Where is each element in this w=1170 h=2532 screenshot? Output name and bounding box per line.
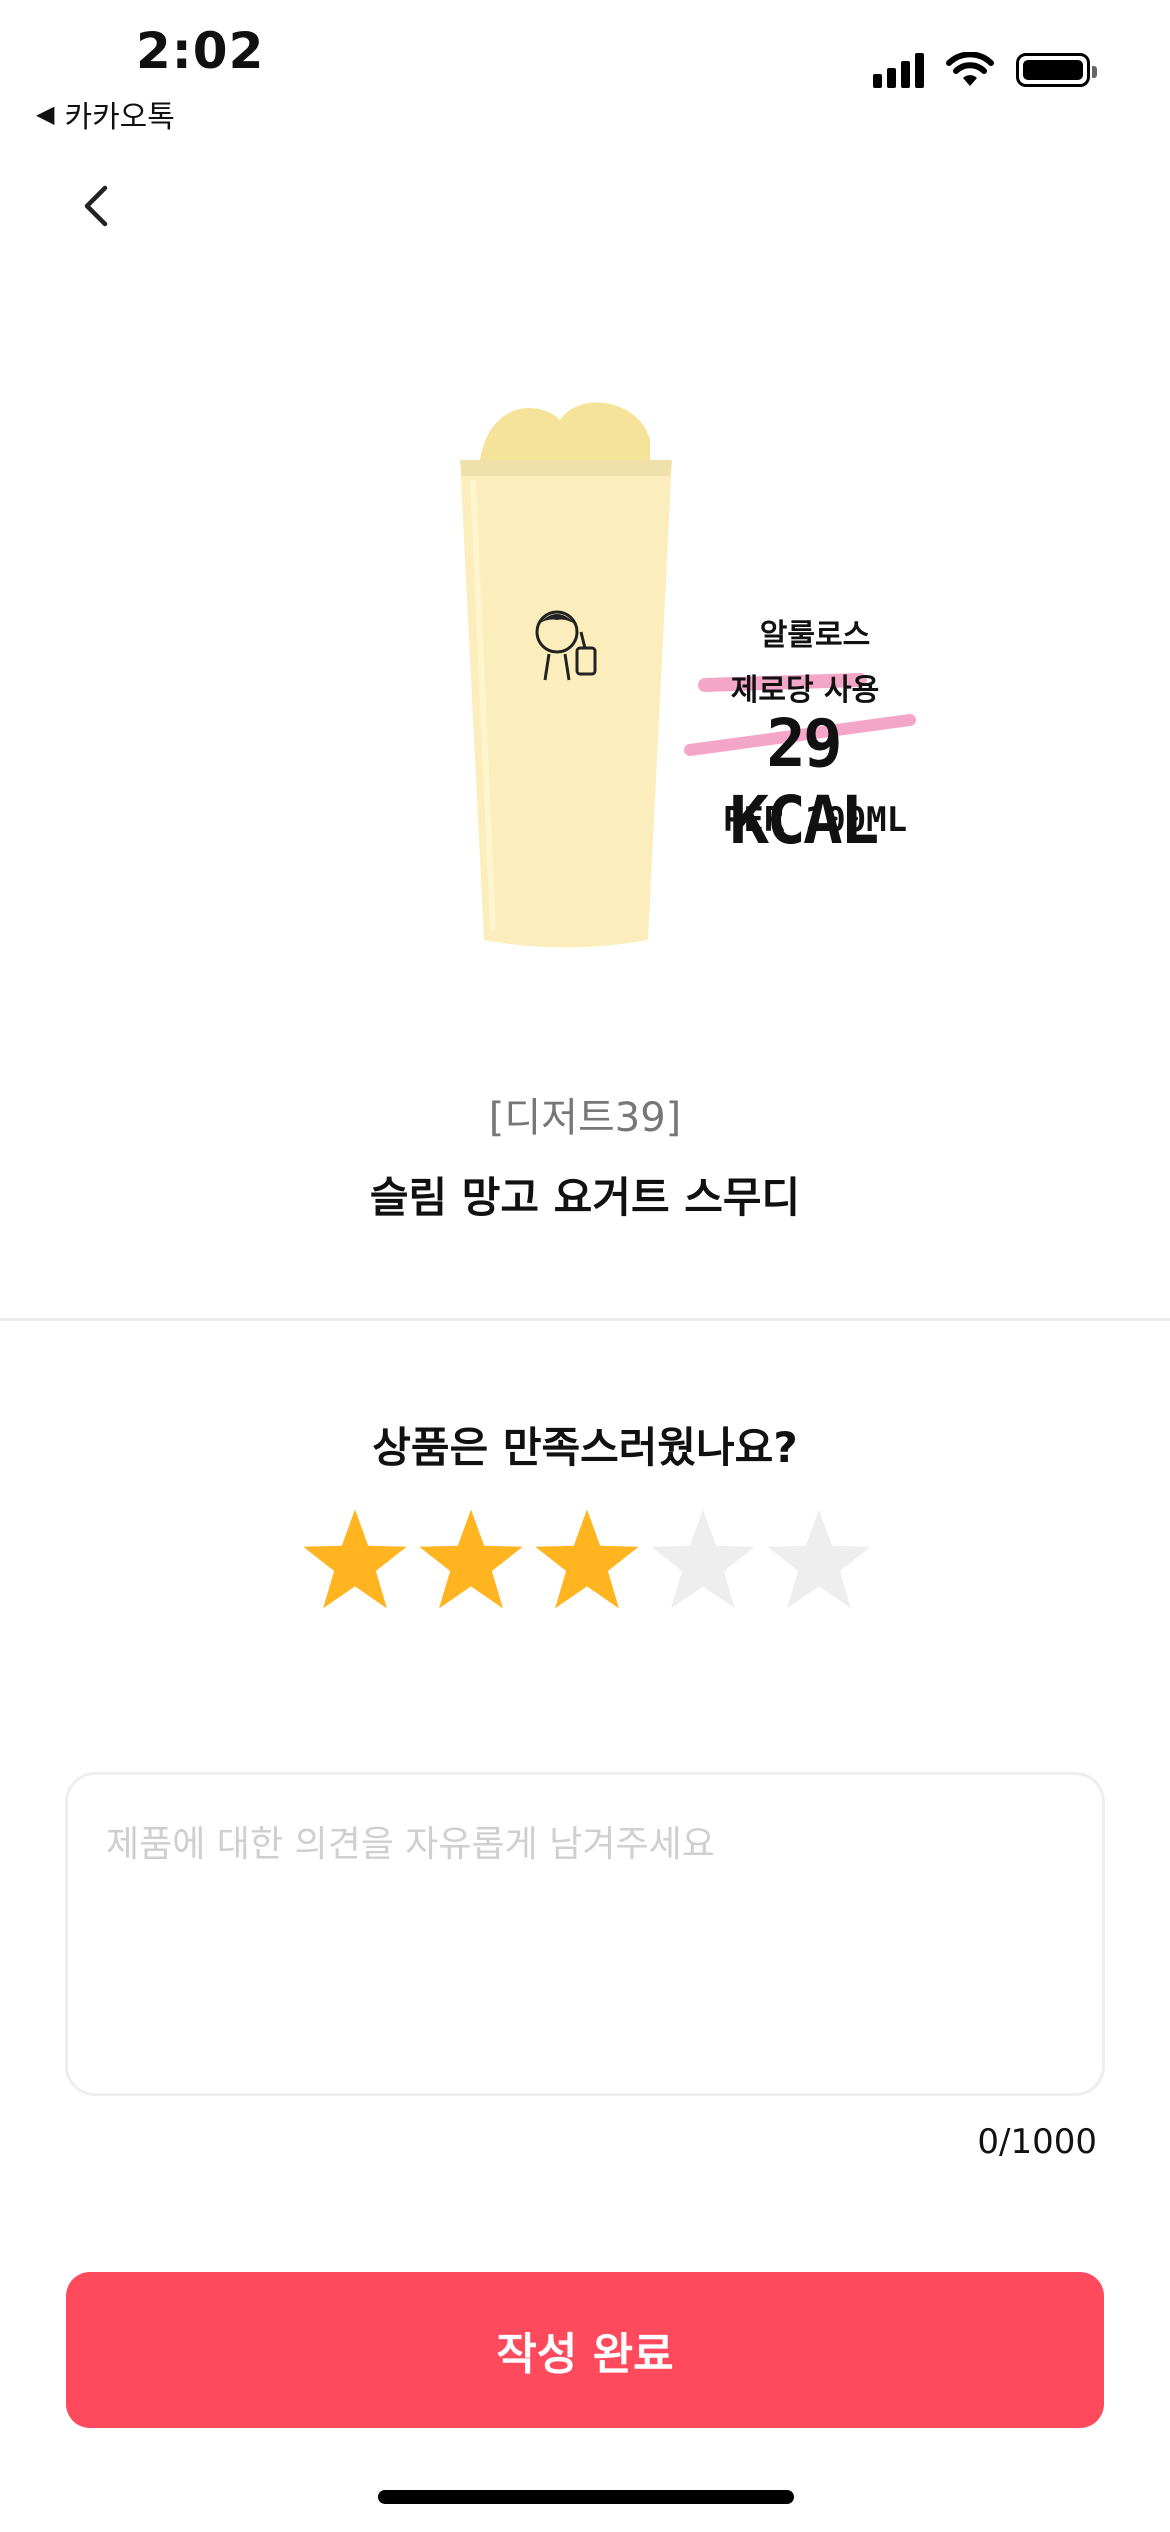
back-to-app-link[interactable]: ◀ 카카오톡 (36, 92, 175, 136)
badge-line1: 알룰로스 (759, 618, 871, 653)
character-counter: 0/1000 (977, 2122, 1097, 2162)
status-time: 2:02 (136, 22, 265, 80)
star-3-icon[interactable] (532, 1505, 642, 1615)
chevron-left-icon (84, 185, 108, 227)
star-4-icon[interactable] (648, 1505, 758, 1615)
cellular-signal-icon (873, 52, 924, 88)
back-button[interactable] (66, 176, 126, 236)
star-rating[interactable] (300, 1505, 874, 1615)
star-1-icon[interactable] (300, 1505, 410, 1615)
wifi-icon (946, 52, 994, 86)
star-5-icon[interactable] (764, 1505, 874, 1615)
product-image: 알룰로스 제로당 사용 29 KCAL PER 100ML (440, 380, 940, 960)
badge-per: PER 100ML (722, 800, 908, 840)
back-triangle-icon: ◀ (36, 100, 55, 128)
home-indicator (378, 2490, 794, 2504)
back-app-label: 카카오톡 (64, 100, 175, 135)
star-2-icon[interactable] (416, 1505, 526, 1615)
status-icons (873, 52, 1097, 88)
battery-icon (1016, 53, 1097, 87)
rating-question: 상품은 만족스러웠나요? (372, 1423, 798, 1472)
review-textarea[interactable] (104, 1813, 1070, 2059)
review-textarea-box[interactable] (65, 1772, 1105, 2096)
submit-button[interactable]: 작성 완료 (66, 2272, 1104, 2428)
badge-line2: 제로당 사용 (730, 673, 880, 708)
product-name: 슬림 망고 요거트 스무디 (369, 1173, 801, 1222)
section-divider (0, 1318, 1170, 1321)
product-category: [디저트39] (488, 1095, 682, 1141)
